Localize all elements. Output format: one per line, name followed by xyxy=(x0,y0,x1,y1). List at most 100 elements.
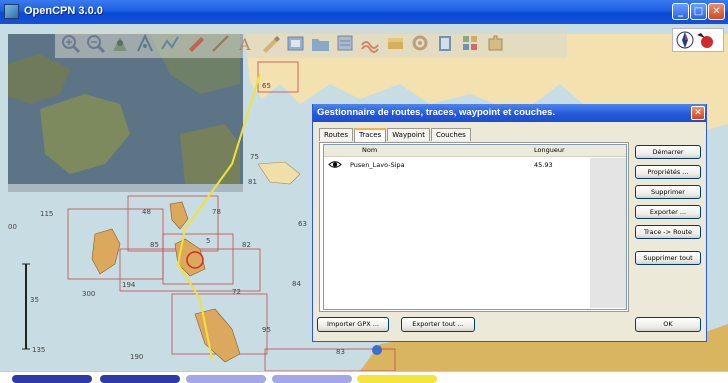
scale-button[interactable] xyxy=(109,32,132,55)
depth-label: 81 xyxy=(248,178,257,186)
settings-button[interactable] xyxy=(409,32,432,55)
taskbar-item[interactable] xyxy=(186,375,266,383)
depth-label: 300 xyxy=(82,290,95,298)
tab-routes[interactable]: Routes xyxy=(319,128,353,141)
ship-icon xyxy=(189,36,204,52)
grid-button[interactable] xyxy=(459,32,482,55)
compass-icon xyxy=(676,31,713,49)
folder-button[interactable] xyxy=(309,32,332,55)
puzzle-icon xyxy=(488,35,503,50)
main-toolbar: A xyxy=(55,28,567,58)
tide-icon xyxy=(361,40,379,53)
settings-icon xyxy=(412,35,428,50)
status-taskbar xyxy=(0,371,728,383)
dialog-close-button[interactable]: ✕ xyxy=(691,106,705,120)
track-icon xyxy=(161,35,179,50)
tide-button[interactable] xyxy=(359,32,382,55)
track-name: Pusen_Lavo-Sipa xyxy=(350,161,405,169)
buoy-marker[interactable] xyxy=(372,345,382,355)
chart-quilt-icon xyxy=(287,36,304,50)
delete-button[interactable]: Supprimer xyxy=(635,185,701,199)
taskbar-item[interactable] xyxy=(12,375,92,383)
taskbar-item[interactable] xyxy=(272,375,352,383)
depth-label: 194 xyxy=(122,281,136,289)
chart-quilt-button[interactable] xyxy=(284,32,307,55)
current-icon xyxy=(388,37,403,49)
depth-label: 83 xyxy=(336,348,345,356)
depth-label: 63 xyxy=(298,220,307,228)
start-button[interactable]: Démarrer xyxy=(635,145,701,159)
track-length: 45.93 xyxy=(534,161,553,169)
depth-label: 115 xyxy=(40,210,53,218)
depth-label: 65 xyxy=(262,82,271,90)
table-row[interactable]: Pusen_Lavo-Sipa 45.93 xyxy=(324,159,626,171)
tab-couches[interactable]: Couches xyxy=(430,128,471,141)
text-button[interactable]: A xyxy=(234,32,257,55)
depth-label: 75 xyxy=(250,153,259,161)
pencil-button[interactable] xyxy=(259,32,282,55)
scale-icon xyxy=(113,36,127,51)
depth-label: 82 xyxy=(242,241,251,249)
depth-label: 84 xyxy=(292,280,301,288)
window-title: OpenCPN 3.0.0 xyxy=(24,5,103,17)
column-header-length[interactable]: Longueur xyxy=(534,146,565,154)
list-empty-area xyxy=(590,158,626,308)
depth-label: 95 xyxy=(262,326,271,334)
depth-label: 85 xyxy=(150,241,159,249)
depth-label: 35 xyxy=(30,296,39,304)
depth-label: 5 xyxy=(206,237,210,245)
maximize-button[interactable]: □ xyxy=(690,3,707,20)
app-icon xyxy=(4,4,19,19)
dialog-title: Gestionnaire de routes, traces, waypoint… xyxy=(317,107,556,118)
grid-icon xyxy=(463,35,477,50)
layers-button[interactable] xyxy=(334,32,357,55)
taskbar-item[interactable] xyxy=(357,375,437,383)
export-all-button[interactable]: Exporter tout ... xyxy=(401,317,475,332)
folder-icon xyxy=(312,38,329,51)
route-icon xyxy=(137,33,153,51)
depth-label: 72 xyxy=(232,288,241,296)
window-titlebar[interactable]: OpenCPN 3.0.0 _ □ ✕ xyxy=(0,0,728,24)
zoom-out-button[interactable] xyxy=(84,32,107,55)
eye-icon[interactable] xyxy=(328,160,342,169)
pencil-icon xyxy=(263,35,280,53)
depth-label: 48 xyxy=(142,208,151,216)
depth-label: 190 xyxy=(130,353,143,361)
zoom-in-icon xyxy=(62,34,81,53)
zoom-out-icon xyxy=(87,34,106,53)
compass-widget[interactable] xyxy=(672,28,724,52)
depth-label: 78 xyxy=(212,208,221,216)
depth-label: 135 xyxy=(32,346,45,354)
properties-button[interactable]: Propriétés ... xyxy=(635,165,701,179)
ship-button[interactable] xyxy=(184,32,207,55)
minimize-button[interactable]: _ xyxy=(672,3,689,20)
import-gpx-button[interactable]: Importer GPX ... xyxy=(317,317,389,332)
list-header: Nom Longueur xyxy=(324,145,626,157)
column-header-name[interactable]: Nom xyxy=(362,146,377,154)
track-button[interactable] xyxy=(159,32,182,55)
tab-traces[interactable]: Traces xyxy=(353,128,387,142)
track-to-route-button[interactable]: Trace -> Route xyxy=(635,225,701,239)
tab-waypoint[interactable]: Waypoint xyxy=(387,128,430,141)
text-icon: A xyxy=(238,35,251,54)
measure-button[interactable] xyxy=(209,32,232,55)
close-button[interactable]: ✕ xyxy=(708,3,725,20)
book-icon xyxy=(439,35,451,51)
opencpn-window: OpenCPN 3.0.0 _ □ ✕ 115 00 48 78 63 81 8… xyxy=(0,0,728,383)
export-button[interactable]: Exporter ... xyxy=(635,205,701,219)
ok-button[interactable]: OK xyxy=(635,317,701,332)
dialog-tabs: Routes Traces Waypoint Couches xyxy=(319,128,472,142)
layers-icon xyxy=(337,35,353,50)
measure-icon xyxy=(212,34,229,52)
depth-label: 00 xyxy=(8,223,17,231)
zoom-in-button[interactable] xyxy=(59,32,82,55)
taskbar-item[interactable] xyxy=(100,375,180,383)
route-manager-dialog: Gestionnaire de routes, traces, waypoint… xyxy=(312,104,707,342)
puzzle-button[interactable] xyxy=(484,32,507,55)
tracks-list[interactable]: Nom Longueur Pusen_Lavo-Sipa 45.93 xyxy=(323,144,627,310)
dialog-titlebar[interactable]: Gestionnaire de routes, traces, waypoint… xyxy=(313,104,706,122)
route-button[interactable] xyxy=(134,32,157,55)
current-button[interactable] xyxy=(384,32,407,55)
delete-all-button[interactable]: Supprimer tout xyxy=(635,251,701,265)
book-button[interactable] xyxy=(434,32,457,55)
